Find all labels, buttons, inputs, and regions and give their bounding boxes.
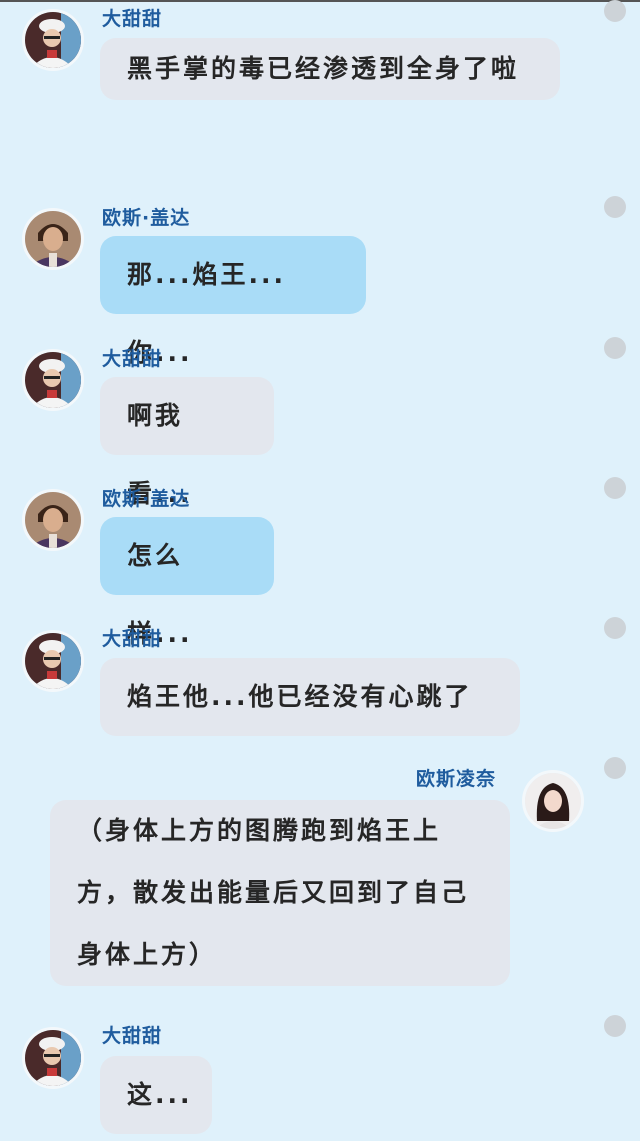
sender-name: 欧斯·盖达: [102, 488, 191, 510]
status-dot: [604, 617, 626, 639]
message-bubble[interactable]: 这...: [100, 1056, 212, 1134]
status-dot: [604, 477, 626, 499]
person-icon: [525, 773, 581, 829]
message-bubble[interactable]: 焰王他...他已经没有心跳了: [100, 658, 520, 736]
status-dot: [604, 0, 626, 22]
status-dot: [604, 1015, 626, 1037]
person-icon: [25, 492, 81, 548]
status-dot: [604, 337, 626, 359]
person-icon: [25, 633, 81, 689]
message-bubble[interactable]: 那...焰王...你...: [100, 236, 366, 367]
status-dot: [604, 757, 626, 779]
avatar-datiantian[interactable]: [22, 1027, 84, 1089]
sender-name: 大甜甜: [102, 1025, 163, 1047]
avatar-datiantian[interactable]: [22, 349, 84, 411]
avatar-osi-lingnai[interactable]: [522, 770, 584, 832]
person-icon: [25, 211, 81, 267]
status-dot: [604, 196, 626, 218]
sender-name: 欧斯·盖达: [102, 207, 191, 229]
message-bubble[interactable]: 啊我看...: [100, 377, 274, 508]
top-divider: [0, 0, 640, 2]
person-icon: [25, 12, 81, 68]
person-icon: [25, 352, 81, 408]
message-bubble[interactable]: （身体上方的图腾跑到焰王上方，散发出能量后又回到了自己身体上方）: [50, 800, 510, 986]
sender-name: 大甜甜: [102, 348, 163, 370]
avatar-datiantian[interactable]: [22, 9, 84, 71]
avatar-osi-gaida[interactable]: [22, 208, 84, 270]
avatar-osi-gaida[interactable]: [22, 489, 84, 551]
message-bubble[interactable]: 怎么样...: [100, 517, 274, 648]
message-bubble[interactable]: 黑手掌的毒已经渗透到全身了啦: [100, 38, 560, 100]
sender-name: 大甜甜: [102, 8, 163, 30]
person-icon: [25, 1030, 81, 1086]
sender-name: 欧斯凌奈: [416, 768, 497, 790]
avatar-datiantian[interactable]: [22, 630, 84, 692]
sender-name: 大甜甜: [102, 628, 163, 650]
